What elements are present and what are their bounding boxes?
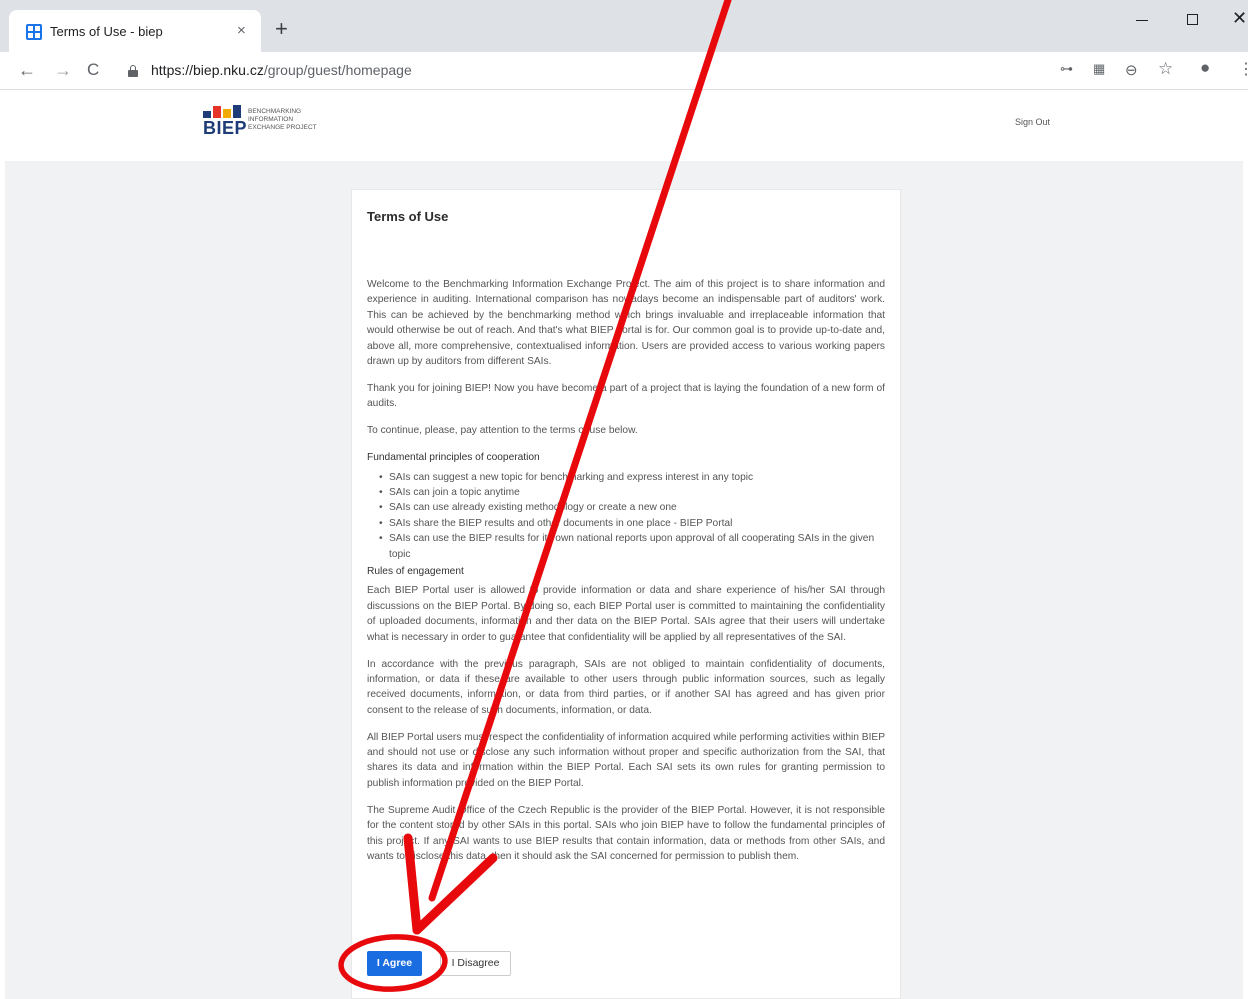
sign-out-link[interactable]: Sign Out — [1015, 117, 1050, 127]
list-item: SAIs share the BIEP results and other do… — [379, 516, 885, 532]
forward-icon[interactable]: → — [54, 60, 72, 81]
rules-heading: Rules of engagement — [367, 566, 464, 577]
new-tab-button[interactable]: + — [275, 18, 288, 40]
principles-list: SAIs can suggest a new topic for benchma… — [367, 470, 885, 562]
menu-icon[interactable]: ⋮ — [1238, 59, 1248, 79]
window-close-icon[interactable]: ✕ — [1232, 8, 1247, 29]
lock-icon[interactable] — [128, 65, 138, 77]
site-favicon-icon — [26, 24, 42, 40]
site-header: BIEP BENCHMARKING INFORMATION EXCHANGE P… — [0, 91, 1248, 161]
tab-close-icon[interactable]: × — [237, 22, 246, 39]
key-icon[interactable]: ⊶ — [1060, 61, 1073, 77]
rules-paragraph: In accordance with the previous paragrap… — [367, 658, 885, 716]
star-icon[interactable]: ☆ — [1158, 59, 1173, 79]
rules-paragraph: The Supreme Audit Office of the Czech Re… — [367, 804, 885, 862]
disagree-button[interactable]: I Disagree — [440, 951, 511, 976]
reload-icon[interactable]: C — [87, 60, 99, 80]
browser-toolbar: ← → C https://biep.nku.cz/group/guest/ho… — [0, 52, 1248, 90]
url-path: /group/guest/homepage — [263, 62, 412, 78]
browser-tabstrip: Terms of Use - biep × + ✕ — [0, 0, 1248, 52]
address-bar[interactable]: https://biep.nku.cz/group/guest/homepage — [151, 62, 412, 78]
terms-content: Welcome to the Benchmarking Information … — [367, 277, 885, 864]
page-title: Terms of Use — [367, 209, 449, 224]
principles-heading: Fundamental principles of cooperation — [367, 452, 540, 464]
list-item: SAIs can suggest a new topic for benchma… — [379, 470, 885, 486]
account-icon[interactable]: ● — [1200, 58, 1210, 78]
logo-wordmark: BIEP — [203, 118, 248, 138]
tab-title: Terms of Use - biep — [50, 24, 163, 39]
agree-button[interactable]: I Agree — [367, 951, 422, 976]
list-item: SAIs can use already existing methodolog… — [379, 500, 885, 516]
zoom-icon[interactable]: ⊖ — [1125, 61, 1138, 79]
maximize-icon[interactable] — [1187, 14, 1198, 25]
back-icon[interactable]: ← — [18, 60, 36, 81]
url-host: https://biep.nku.cz — [151, 62, 264, 78]
terms-card: Terms of Use Welcome to the Benchmarking… — [351, 189, 901, 999]
rules-paragraph: All BIEP Portal users must respect the c… — [367, 731, 885, 789]
list-item: SAIs can use the BIEP results for its ow… — [379, 531, 885, 562]
rules-paragraph: Each BIEP Portal user is allowed to prov… — [367, 585, 885, 643]
minimize-icon[interactable] — [1136, 20, 1148, 21]
logo-bars-icon — [203, 105, 243, 118]
intro-paragraph: Welcome to the Benchmarking Information … — [367, 279, 885, 368]
thanks-paragraph: Thank you for joining BIEP! Now you have… — [367, 382, 885, 410]
logo-subtitle: BENCHMARKING INFORMATION EXCHANGE PROJEC… — [248, 108, 317, 131]
continue-paragraph: To continue, please, pay attention to th… — [367, 425, 638, 437]
browser-tab[interactable]: Terms of Use - biep × — [9, 10, 261, 52]
translate-icon[interactable]: ▦ — [1093, 61, 1105, 77]
list-item: SAIs can join a topic anytime — [379, 485, 885, 501]
